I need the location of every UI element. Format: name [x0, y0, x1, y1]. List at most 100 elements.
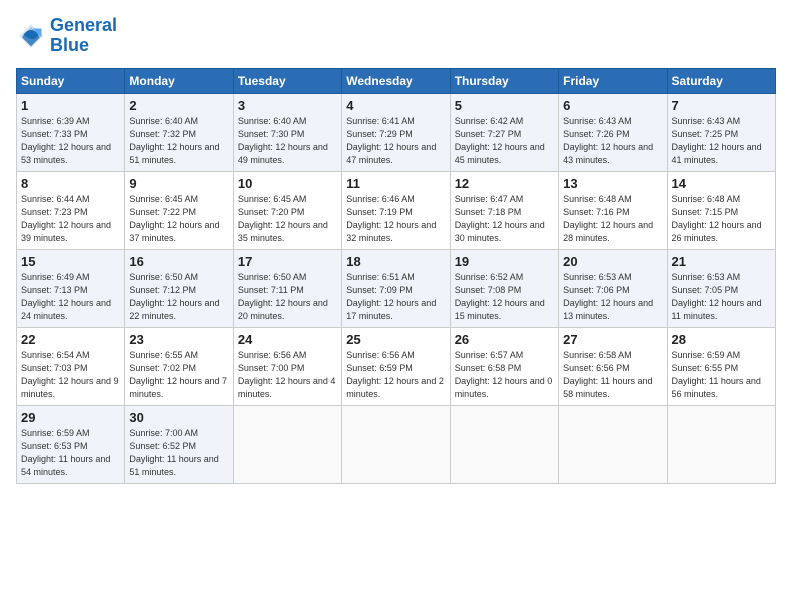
- day-number: 19: [455, 254, 554, 269]
- week-row-5: 29 Sunrise: 6:59 AM Sunset: 6:53 PM Dayl…: [17, 405, 776, 483]
- day-number: 13: [563, 176, 662, 191]
- logo-text: General Blue: [50, 16, 117, 56]
- day-cell: [450, 405, 558, 483]
- day-info: Sunrise: 6:54 AM Sunset: 7:03 PM Dayligh…: [21, 349, 120, 401]
- day-number: 18: [346, 254, 445, 269]
- day-cell: 22 Sunrise: 6:54 AM Sunset: 7:03 PM Dayl…: [17, 327, 125, 405]
- day-cell: 24 Sunrise: 6:56 AM Sunset: 7:00 PM Dayl…: [233, 327, 341, 405]
- day-number: 25: [346, 332, 445, 347]
- day-number: 27: [563, 332, 662, 347]
- day-info: Sunrise: 7:00 AM Sunset: 6:52 PM Dayligh…: [129, 427, 228, 479]
- day-cell: 16 Sunrise: 6:50 AM Sunset: 7:12 PM Dayl…: [125, 249, 233, 327]
- day-cell: 10 Sunrise: 6:45 AM Sunset: 7:20 PM Dayl…: [233, 171, 341, 249]
- day-info: Sunrise: 6:50 AM Sunset: 7:11 PM Dayligh…: [238, 271, 337, 323]
- week-row-1: 1 Sunrise: 6:39 AM Sunset: 7:33 PM Dayli…: [17, 93, 776, 171]
- day-info: Sunrise: 6:39 AM Sunset: 7:33 PM Dayligh…: [21, 115, 120, 167]
- day-number: 11: [346, 176, 445, 191]
- day-number: 3: [238, 98, 337, 113]
- day-number: 4: [346, 98, 445, 113]
- day-info: Sunrise: 6:48 AM Sunset: 7:15 PM Dayligh…: [672, 193, 771, 245]
- day-number: 23: [129, 332, 228, 347]
- day-info: Sunrise: 6:59 AM Sunset: 6:53 PM Dayligh…: [21, 427, 120, 479]
- day-info: Sunrise: 6:44 AM Sunset: 7:23 PM Dayligh…: [21, 193, 120, 245]
- day-number: 24: [238, 332, 337, 347]
- day-number: 26: [455, 332, 554, 347]
- week-row-2: 8 Sunrise: 6:44 AM Sunset: 7:23 PM Dayli…: [17, 171, 776, 249]
- day-number: 16: [129, 254, 228, 269]
- day-number: 9: [129, 176, 228, 191]
- col-header-friday: Friday: [559, 68, 667, 93]
- day-info: Sunrise: 6:40 AM Sunset: 7:32 PM Dayligh…: [129, 115, 228, 167]
- day-cell: 8 Sunrise: 6:44 AM Sunset: 7:23 PM Dayli…: [17, 171, 125, 249]
- col-header-sunday: Sunday: [17, 68, 125, 93]
- col-header-monday: Monday: [125, 68, 233, 93]
- day-cell: [667, 405, 775, 483]
- day-info: Sunrise: 6:41 AM Sunset: 7:29 PM Dayligh…: [346, 115, 445, 167]
- page: General Blue SundayMondayTuesdayWednesda…: [0, 0, 792, 612]
- day-number: 8: [21, 176, 120, 191]
- day-cell: 3 Sunrise: 6:40 AM Sunset: 7:30 PM Dayli…: [233, 93, 341, 171]
- day-cell: 11 Sunrise: 6:46 AM Sunset: 7:19 PM Dayl…: [342, 171, 450, 249]
- day-cell: [559, 405, 667, 483]
- day-cell: [233, 405, 341, 483]
- day-cell: 6 Sunrise: 6:43 AM Sunset: 7:26 PM Dayli…: [559, 93, 667, 171]
- calendar-table: SundayMondayTuesdayWednesdayThursdayFrid…: [16, 68, 776, 484]
- day-cell: 19 Sunrise: 6:52 AM Sunset: 7:08 PM Dayl…: [450, 249, 558, 327]
- day-cell: [342, 405, 450, 483]
- day-info: Sunrise: 6:57 AM Sunset: 6:58 PM Dayligh…: [455, 349, 554, 401]
- day-number: 10: [238, 176, 337, 191]
- day-cell: 23 Sunrise: 6:55 AM Sunset: 7:02 PM Dayl…: [125, 327, 233, 405]
- day-cell: 28 Sunrise: 6:59 AM Sunset: 6:55 PM Dayl…: [667, 327, 775, 405]
- day-cell: 29 Sunrise: 6:59 AM Sunset: 6:53 PM Dayl…: [17, 405, 125, 483]
- week-row-4: 22 Sunrise: 6:54 AM Sunset: 7:03 PM Dayl…: [17, 327, 776, 405]
- day-number: 20: [563, 254, 662, 269]
- day-info: Sunrise: 6:55 AM Sunset: 7:02 PM Dayligh…: [129, 349, 228, 401]
- day-cell: 30 Sunrise: 7:00 AM Sunset: 6:52 PM Dayl…: [125, 405, 233, 483]
- day-cell: 15 Sunrise: 6:49 AM Sunset: 7:13 PM Dayl…: [17, 249, 125, 327]
- header-row: SundayMondayTuesdayWednesdayThursdayFrid…: [17, 68, 776, 93]
- day-cell: 21 Sunrise: 6:53 AM Sunset: 7:05 PM Dayl…: [667, 249, 775, 327]
- day-number: 7: [672, 98, 771, 113]
- day-cell: 18 Sunrise: 6:51 AM Sunset: 7:09 PM Dayl…: [342, 249, 450, 327]
- header: General Blue: [16, 16, 776, 56]
- col-header-saturday: Saturday: [667, 68, 775, 93]
- logo: General Blue: [16, 16, 117, 56]
- day-info: Sunrise: 6:50 AM Sunset: 7:12 PM Dayligh…: [129, 271, 228, 323]
- day-cell: 7 Sunrise: 6:43 AM Sunset: 7:25 PM Dayli…: [667, 93, 775, 171]
- day-info: Sunrise: 6:58 AM Sunset: 6:56 PM Dayligh…: [563, 349, 662, 401]
- day-number: 5: [455, 98, 554, 113]
- day-cell: 27 Sunrise: 6:58 AM Sunset: 6:56 PM Dayl…: [559, 327, 667, 405]
- day-number: 1: [21, 98, 120, 113]
- day-cell: 1 Sunrise: 6:39 AM Sunset: 7:33 PM Dayli…: [17, 93, 125, 171]
- day-number: 22: [21, 332, 120, 347]
- day-info: Sunrise: 6:51 AM Sunset: 7:09 PM Dayligh…: [346, 271, 445, 323]
- day-cell: 5 Sunrise: 6:42 AM Sunset: 7:27 PM Dayli…: [450, 93, 558, 171]
- day-cell: 9 Sunrise: 6:45 AM Sunset: 7:22 PM Dayli…: [125, 171, 233, 249]
- day-number: 17: [238, 254, 337, 269]
- day-number: 12: [455, 176, 554, 191]
- day-number: 14: [672, 176, 771, 191]
- day-number: 29: [21, 410, 120, 425]
- day-info: Sunrise: 6:43 AM Sunset: 7:25 PM Dayligh…: [672, 115, 771, 167]
- day-cell: 2 Sunrise: 6:40 AM Sunset: 7:32 PM Dayli…: [125, 93, 233, 171]
- day-cell: 26 Sunrise: 6:57 AM Sunset: 6:58 PM Dayl…: [450, 327, 558, 405]
- day-cell: 20 Sunrise: 6:53 AM Sunset: 7:06 PM Dayl…: [559, 249, 667, 327]
- day-cell: 14 Sunrise: 6:48 AM Sunset: 7:15 PM Dayl…: [667, 171, 775, 249]
- day-info: Sunrise: 6:42 AM Sunset: 7:27 PM Dayligh…: [455, 115, 554, 167]
- day-cell: 12 Sunrise: 6:47 AM Sunset: 7:18 PM Dayl…: [450, 171, 558, 249]
- week-row-3: 15 Sunrise: 6:49 AM Sunset: 7:13 PM Dayl…: [17, 249, 776, 327]
- logo-icon: [16, 21, 46, 51]
- day-info: Sunrise: 6:56 AM Sunset: 7:00 PM Dayligh…: [238, 349, 337, 401]
- day-number: 6: [563, 98, 662, 113]
- col-header-thursday: Thursday: [450, 68, 558, 93]
- day-info: Sunrise: 6:45 AM Sunset: 7:22 PM Dayligh…: [129, 193, 228, 245]
- col-header-tuesday: Tuesday: [233, 68, 341, 93]
- day-number: 30: [129, 410, 228, 425]
- day-cell: 13 Sunrise: 6:48 AM Sunset: 7:16 PM Dayl…: [559, 171, 667, 249]
- day-info: Sunrise: 6:49 AM Sunset: 7:13 PM Dayligh…: [21, 271, 120, 323]
- day-number: 15: [21, 254, 120, 269]
- day-cell: 4 Sunrise: 6:41 AM Sunset: 7:29 PM Dayli…: [342, 93, 450, 171]
- day-info: Sunrise: 6:45 AM Sunset: 7:20 PM Dayligh…: [238, 193, 337, 245]
- day-info: Sunrise: 6:53 AM Sunset: 7:05 PM Dayligh…: [672, 271, 771, 323]
- day-cell: 25 Sunrise: 6:56 AM Sunset: 6:59 PM Dayl…: [342, 327, 450, 405]
